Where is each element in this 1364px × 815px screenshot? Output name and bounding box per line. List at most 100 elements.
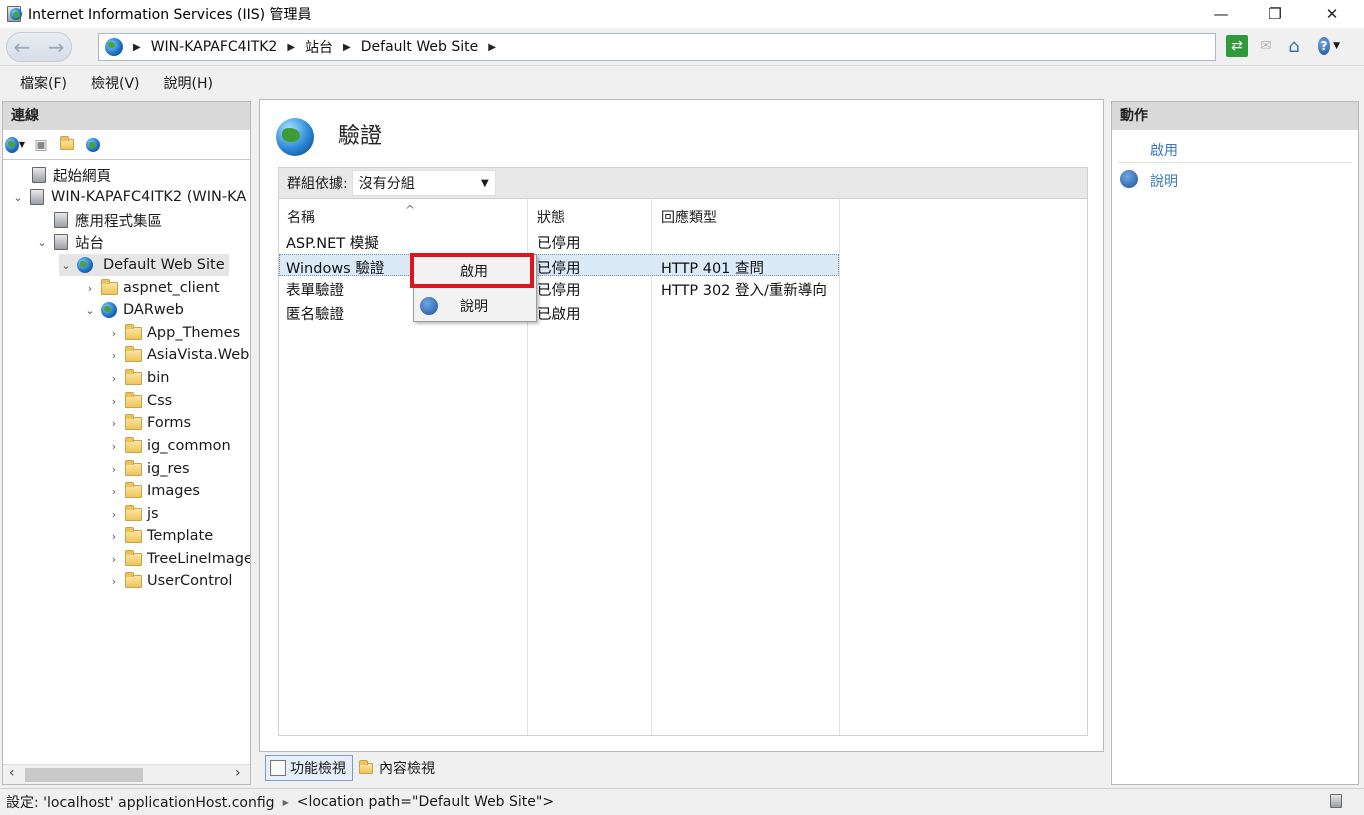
tree-node[interactable]: › Images (107, 480, 200, 502)
tree-node[interactable]: › UserControl (107, 570, 232, 592)
menu-file[interactable]: 檔案(F) (20, 73, 67, 93)
tab-content-view[interactable]: 內容檢視 (353, 755, 441, 781)
chevron-right-icon[interactable]: › (107, 575, 121, 588)
scroll-left-icon[interactable]: ‹ (9, 765, 15, 781)
tree-node[interactable]: › Forms (107, 412, 191, 434)
column-header-status[interactable]: 狀態 (537, 207, 565, 227)
tree-node-label: bin (147, 370, 170, 386)
tree-node[interactable]: › Css (107, 390, 172, 412)
help-dropdown-button[interactable]: ? ▼ (1318, 35, 1340, 57)
column-header-response[interactable]: 回應類型 (661, 207, 717, 227)
chevron-right-icon[interactable]: ▶ (343, 42, 351, 53)
chevron-down-icon[interactable]: ⌄ (35, 236, 49, 249)
back-arrow-icon[interactable]: ← (6, 34, 38, 60)
group-by-value: 沒有分組 (358, 176, 415, 192)
divider (1118, 162, 1352, 163)
up-folder-icon[interactable] (57, 135, 77, 155)
save-icon[interactable]: ▣ (31, 135, 51, 155)
chevron-right-icon[interactable]: › (107, 463, 121, 476)
tree-node-label: AsiaVista.Web (147, 347, 250, 363)
group-by-select[interactable]: 沒有分組 ▼ (351, 170, 496, 196)
breadcrumb-sites[interactable]: 站台 (305, 37, 333, 57)
group-by-bar: 群組依據: 沒有分組 ▼ (278, 167, 1088, 199)
table-row[interactable]: Windows 驗證 已停用 HTTP 401 查問 (279, 254, 839, 277)
chevron-right-icon[interactable]: › (107, 530, 121, 543)
row-status: 已停用 (537, 261, 581, 277)
chevron-down-icon: ▼ (1333, 41, 1340, 51)
chevron-right-icon[interactable]: ▶ (488, 42, 496, 53)
table-row[interactable]: 匿名驗證 已啟用 (279, 301, 839, 323)
table-row[interactable]: 表單驗證 已停用 HTTP 302 登入/重新導向 (279, 277, 839, 299)
action-help-link[interactable]: 說明 (1150, 171, 1178, 191)
tree-node[interactable]: ⌄ Default Web Site (59, 254, 229, 276)
folder-icon (124, 345, 142, 364)
forward-arrow-icon[interactable]: → (40, 34, 72, 60)
chevron-right-icon[interactable]: › (107, 349, 121, 362)
tree-node-label: js (147, 506, 159, 522)
chevron-right-icon[interactable]: › (107, 508, 121, 521)
row-name: 表單驗證 (286, 283, 344, 299)
chevron-down-icon[interactable]: ⌄ (11, 191, 25, 204)
tree-node-label: 起始網頁 (53, 168, 111, 185)
table-row[interactable]: ASP.NET 模擬 已停用 (279, 230, 839, 252)
status-bar: 設定: 'localhost' applicationHost.config ▶… (0, 788, 1364, 815)
tree-node[interactable]: ⌄ WIN-KAPAFC4ITK2 (WIN-KA (11, 186, 246, 208)
tree-node[interactable]: › App_Themes (107, 322, 240, 344)
chevron-right-icon[interactable]: › (107, 372, 121, 385)
chevron-right-icon[interactable]: › (107, 327, 121, 340)
menu-help[interactable]: 說明(H) (164, 73, 213, 93)
minimize-button[interactable]: — (1198, 0, 1244, 28)
home-icon[interactable]: ⌂ (1283, 35, 1305, 57)
tree-node-label: DARweb (123, 302, 184, 318)
chevron-right-icon[interactable]: ▶ (287, 42, 295, 53)
connect-icon[interactable]: ▼ (5, 135, 25, 155)
close-button[interactable]: ✕ (1309, 0, 1355, 28)
tree-node-label: Images (147, 483, 200, 499)
tree-node[interactable]: 起始網頁 (13, 164, 111, 186)
tree-node[interactable]: › aspnet_client (83, 277, 220, 299)
column-header-name[interactable]: 名稱 ^ (287, 203, 415, 227)
tree-node[interactable]: › js (107, 503, 159, 525)
breadcrumb-server[interactable]: WIN-KAPAFC4ITK2 (151, 39, 278, 55)
tree-node-label: ig_common (147, 438, 231, 454)
chevron-right-icon[interactable]: › (107, 553, 121, 566)
tree-node[interactable]: ⌄ DARweb (83, 299, 184, 321)
tree-node-label: Default Web Site (99, 257, 229, 273)
scroll-right-icon[interactable]: › (235, 765, 241, 781)
chevron-right-icon[interactable]: › (107, 440, 121, 453)
tree-node[interactable]: ⌄ 站台 (35, 231, 104, 253)
chevron-right-icon[interactable]: › (83, 282, 97, 295)
address-bar[interactable]: ▶ WIN-KAPAFC4ITK2 ▶ 站台 ▶ Default Web Sit… (98, 33, 1216, 61)
tree-node[interactable]: › ig_common (107, 435, 231, 457)
stop-icon[interactable]: ✉ (1255, 35, 1277, 57)
folder-icon (124, 459, 142, 478)
row-status: 已啟用 (537, 307, 581, 323)
tree-node[interactable]: › ig_res (107, 458, 190, 480)
chevron-right-icon[interactable]: › (107, 395, 121, 408)
chevron-down-icon[interactable]: ⌄ (83, 304, 97, 317)
tab-features-view[interactable]: 功能檢視 (265, 755, 353, 781)
feature-title: 驗證 (338, 124, 383, 149)
features-view-icon (270, 760, 286, 776)
authentication-globe-icon (276, 118, 314, 156)
action-enable-link[interactable]: 啟用 (1150, 140, 1178, 160)
scrollbar-thumb[interactable] (25, 768, 143, 782)
chevron-down-icon[interactable]: ⌄ (59, 259, 73, 272)
context-menu-help[interactable]: 說明 (414, 291, 536, 321)
tree-node[interactable]: 應用程式集區 (35, 209, 162, 231)
disconnect-icon[interactable] (83, 135, 103, 155)
refresh-icon[interactable]: ⇄ (1226, 35, 1248, 57)
breadcrumb-site[interactable]: Default Web Site (361, 39, 478, 55)
tree-node[interactable]: › Template (107, 525, 213, 547)
tree-node-label: Template (147, 528, 214, 544)
chevron-right-icon[interactable]: › (107, 485, 121, 498)
chevron-right-icon[interactable]: › (107, 417, 121, 430)
maximize-button[interactable]: ❐ (1252, 0, 1298, 28)
menu-view[interactable]: 檢視(V) (91, 73, 140, 93)
authentication-list: 名稱 ^ 狀態 回應類型 ASP.NET 模擬 已停用 Windows 驗證 已… (278, 199, 1088, 736)
chevron-right-icon[interactable]: ▶ (133, 42, 141, 53)
tree-node[interactable]: › TreeLineImage (107, 548, 250, 570)
horizontal-scrollbar[interactable]: ‹ › (3, 764, 250, 784)
tree-node[interactable]: › bin (107, 367, 169, 389)
tree-node[interactable]: › AsiaVista.Web (107, 344, 249, 366)
